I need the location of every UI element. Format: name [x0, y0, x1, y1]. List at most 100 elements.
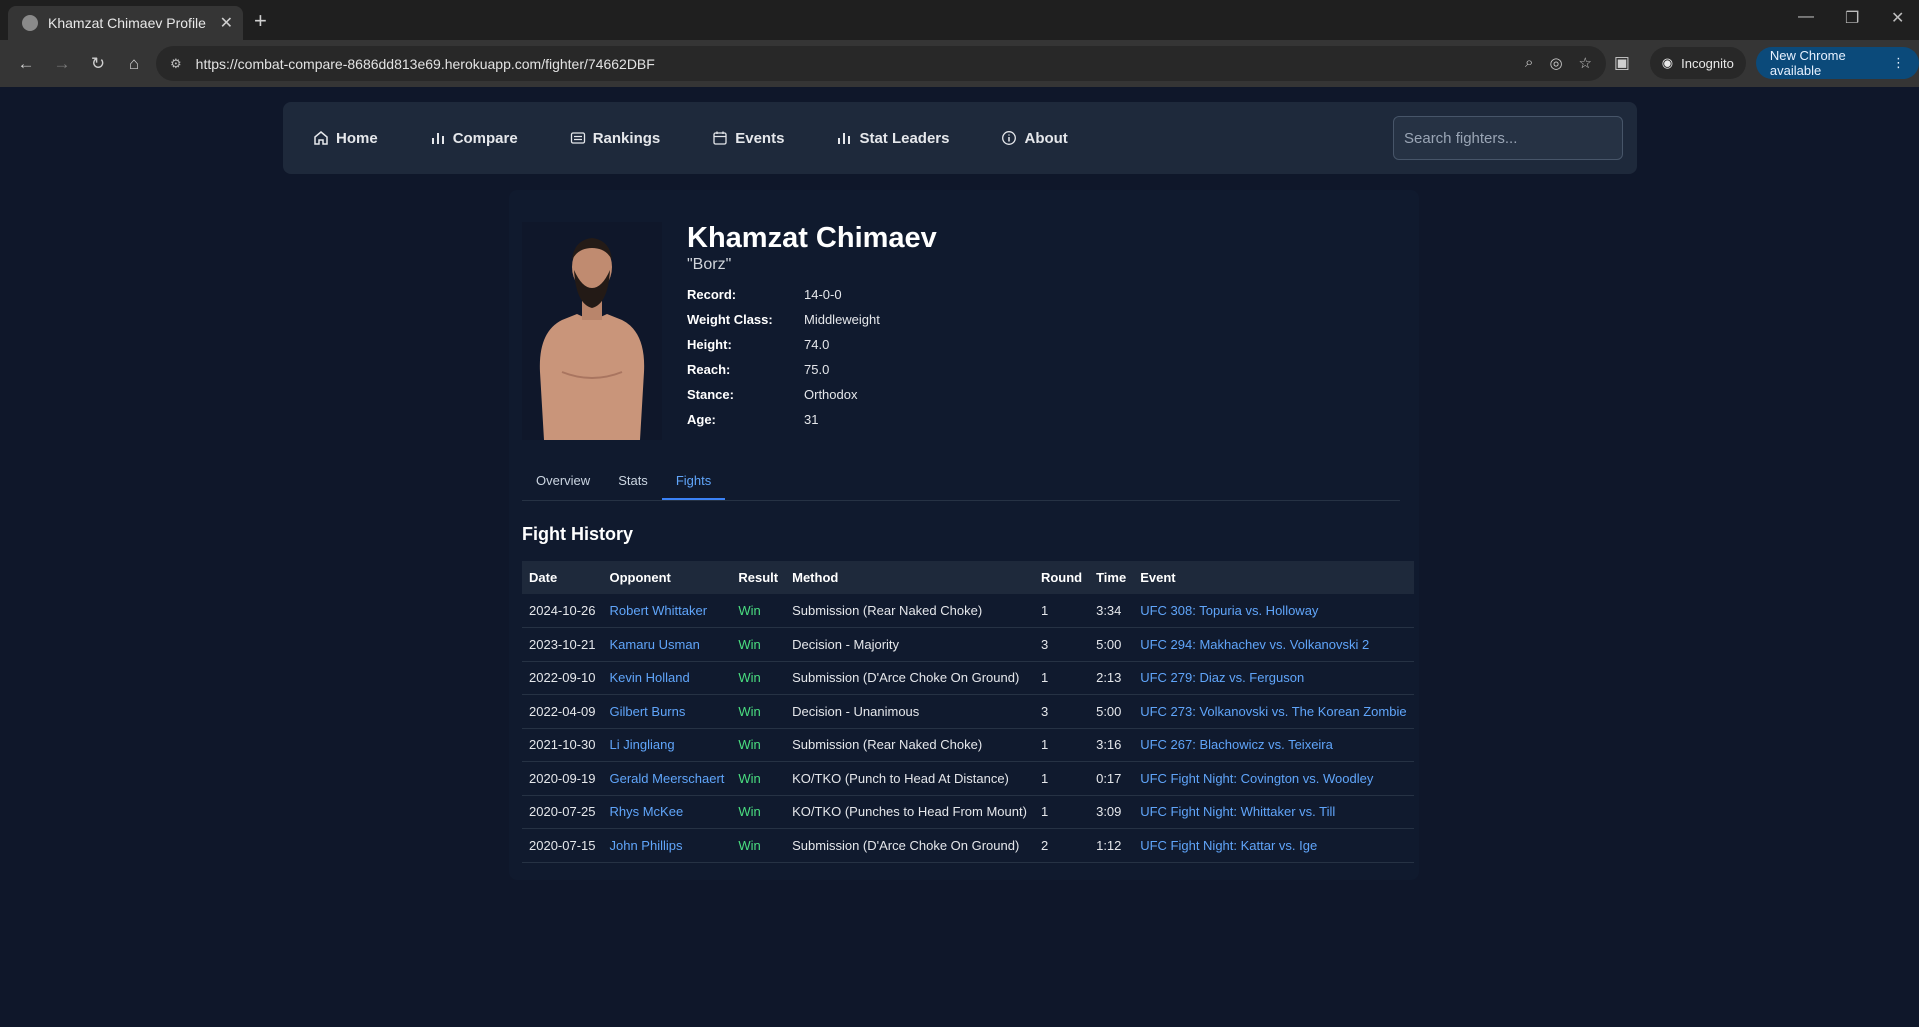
incognito-label: Incognito: [1681, 55, 1734, 71]
detail-label: Height:: [687, 337, 732, 352]
table-row: 2020-07-25 Rhys McKee Win KO/TKO (Punche…: [522, 795, 1414, 829]
event-link[interactable]: UFC 273: Volkanovski vs. The Korean Zomb…: [1133, 694, 1414, 729]
detail-row-age: Age: 31: [687, 407, 880, 432]
incognito-indicator[interactable]: ◉ Incognito: [1649, 47, 1746, 79]
fight-result: Win: [731, 728, 786, 762]
browser-tab[interactable]: Khamzat Chimaev Profile ✕: [8, 6, 243, 40]
incognito-icon: ◉: [1661, 55, 1674, 70]
tab-search-icon[interactable]: ▣: [1608, 47, 1636, 79]
fight-time: 1:12: [1089, 828, 1134, 863]
table-header-row: Date Opponent Result Method Round Time E…: [522, 561, 1414, 594]
nav-events[interactable]: Events: [712, 130, 784, 147]
profile-tabs: Overview Stats Fights: [522, 468, 1400, 501]
opponent-link[interactable]: Kamaru Usman: [602, 627, 732, 662]
fight-round: 3: [1033, 627, 1090, 662]
browser-toolbar: ← → ↻ ⌂ ⚙ https://combat-compare-8686dd8…: [0, 40, 1919, 87]
fight-method: KO/TKO (Punches to Head From Mount): [785, 795, 1034, 829]
fight-time: 5:00: [1089, 694, 1134, 729]
opponent-link[interactable]: Gerald Meerschaert: [602, 761, 732, 796]
fight-method: Submission (D'Arce Choke On Ground): [785, 661, 1034, 695]
nav-compare[interactable]: Compare: [430, 130, 518, 147]
more-menu-icon: ⋮: [1892, 55, 1905, 70]
reload-icon[interactable]: ↻: [82, 48, 114, 80]
fight-time: 3:16: [1089, 728, 1134, 762]
nav-about[interactable]: About: [1001, 129, 1068, 147]
column-header: Round: [1040, 570, 1083, 585]
opponent-link[interactable]: John Phillips: [602, 828, 732, 863]
nav-home[interactable]: Home: [313, 130, 378, 147]
opponent-link[interactable]: Gilbert Burns: [602, 694, 732, 729]
update-label: New Chrome available: [1769, 48, 1846, 78]
address-bar[interactable]: ⚙ https://combat-compare-8686dd813e69.he…: [156, 46, 1606, 81]
home-browser-icon[interactable]: ⌂: [118, 48, 150, 80]
nav-stat-leaders[interactable]: Stat Leaders: [836, 130, 949, 147]
tab-overview[interactable]: Overview: [522, 468, 604, 500]
column-header: Method: [792, 570, 839, 585]
fight-method: Decision - Majority: [785, 627, 1034, 662]
event-link[interactable]: UFC Fight Night: Covington vs. Woodley: [1133, 761, 1414, 796]
opponent-link[interactable]: Rhys McKee: [602, 795, 732, 829]
globe-icon: [22, 15, 38, 31]
fighter-profile-card: Khamzat Chimaev "Borz" Record: 14-0-0 Wei…: [509, 190, 1419, 880]
fight-time: 3:09: [1089, 795, 1134, 829]
fight-time: 0:17: [1089, 761, 1134, 796]
event-link[interactable]: UFC 294: Makhachev vs. Volkanovski 2: [1133, 627, 1414, 662]
fight-time: 3:34: [1089, 594, 1134, 628]
site-info-icon[interactable]: ⚙: [170, 56, 182, 72]
back-icon[interactable]: ←: [10, 48, 42, 80]
fight-history-title: Fight History: [522, 524, 633, 544]
column-header: Result: [738, 570, 779, 585]
bar-chart-icon: [838, 133, 851, 144]
fight-result: Win: [731, 795, 786, 829]
fight-round: 1: [1033, 795, 1090, 829]
event-link[interactable]: UFC Fight Night: Whittaker vs. Till: [1133, 795, 1414, 829]
detail-value: 74.0: [804, 337, 830, 352]
opponent-link[interactable]: Li Jingliang: [602, 728, 732, 762]
forward-icon[interactable]: →: [46, 48, 78, 80]
tab-title: Khamzat Chimaev Profile: [48, 15, 206, 31]
close-window-icon[interactable]: ✕: [1891, 8, 1904, 28]
fight-date: 2020-09-19: [522, 761, 603, 796]
fight-date: 2021-10-30: [522, 728, 603, 762]
event-link[interactable]: UFC 279: Diaz vs. Ferguson: [1133, 661, 1414, 695]
nav-about-label: About: [1024, 129, 1068, 147]
calendar-icon: [713, 131, 727, 145]
fight-method: Decision - Unanimous: [785, 694, 1034, 729]
browser-tab-bar: Khamzat Chimaev Profile ✕ + — ❐ ✕: [0, 0, 1919, 40]
fight-method: Submission (Rear Naked Choke): [785, 594, 1034, 628]
bar-chart-icon: [431, 133, 444, 144]
tab-stats[interactable]: Stats: [604, 468, 662, 500]
tab-fights[interactable]: Fights: [661, 468, 726, 500]
event-link[interactable]: UFC 308: Topuria vs. Holloway: [1133, 594, 1414, 628]
fight-time: 2:13: [1089, 661, 1134, 695]
fight-method: Submission (D'Arce Choke On Ground): [785, 828, 1034, 863]
table-row: 2022-09-10 Kevin Holland Win Submission …: [522, 661, 1414, 695]
zoom-icon[interactable]: ⌕: [1525, 54, 1533, 72]
star-icon[interactable]: ☆: [1579, 54, 1592, 72]
nav-stat-leaders-label: Stat Leaders: [859, 129, 950, 147]
detail-value: 14-0-0: [804, 287, 842, 302]
detail-label: Stance:: [687, 387, 734, 402]
detail-row-reach: Reach: 75.0: [687, 357, 880, 382]
nav-rankings[interactable]: Rankings: [570, 130, 660, 147]
chrome-update-button[interactable]: New Chrome available ⋮: [1755, 47, 1919, 79]
fight-result: Win: [731, 661, 786, 695]
detail-value: Middleweight: [804, 312, 880, 327]
event-link[interactable]: UFC 267: Blachowicz vs. Teixeira: [1133, 728, 1414, 762]
fighter-details: Record: 14-0-0 Weight Class: Middleweight …: [687, 282, 880, 432]
fight-result: Win: [731, 594, 786, 628]
event-link[interactable]: UFC Fight Night: Kattar vs. Ige: [1133, 828, 1414, 863]
column-header: Time: [1096, 570, 1127, 585]
search-fighters-input[interactable]: [1393, 116, 1623, 160]
detail-label: Weight Class:: [687, 312, 773, 327]
fight-round: 1: [1033, 761, 1090, 796]
restore-icon[interactable]: ❐: [1845, 8, 1859, 28]
new-tab-icon[interactable]: +: [254, 8, 267, 34]
close-tab-icon[interactable]: ✕: [220, 13, 233, 33]
minimize-icon[interactable]: —: [1798, 8, 1814, 26]
opponent-link[interactable]: Robert Whittaker: [602, 594, 732, 628]
opponent-link[interactable]: Kevin Holland: [602, 661, 732, 695]
detail-row-stance: Stance: Orthodox: [687, 382, 880, 407]
eye-off-icon[interactable]: ◎: [1549, 54, 1562, 72]
nav-compare-label: Compare: [452, 129, 518, 147]
